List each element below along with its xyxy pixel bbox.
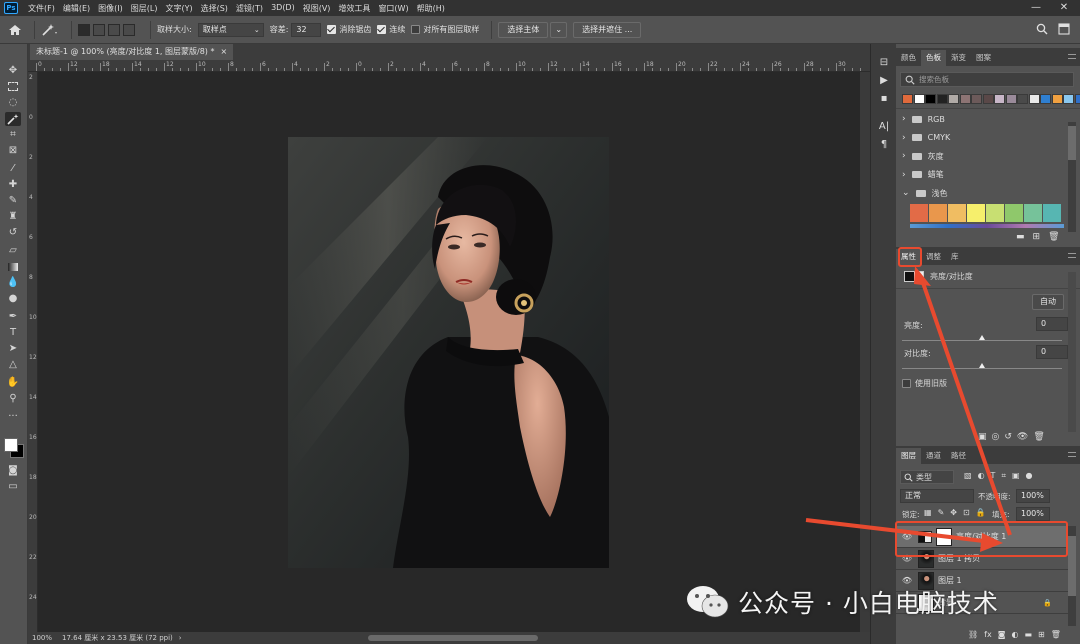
arrow-to-properties [920, 279, 1012, 536]
wechat-logo-icon [687, 586, 729, 618]
annotation-overlay [805, 247, 1068, 557]
arrowhead-right [980, 533, 1003, 552]
properties-tab-highlight [898, 247, 922, 267]
watermark: 公众号 · 小白电脑技术 [684, 582, 999, 622]
arrow-to-layer [805, 518, 993, 544]
arrowhead-up [914, 266, 931, 286]
watermark-text: 公众号 · 小白电脑技术 [738, 589, 999, 618]
